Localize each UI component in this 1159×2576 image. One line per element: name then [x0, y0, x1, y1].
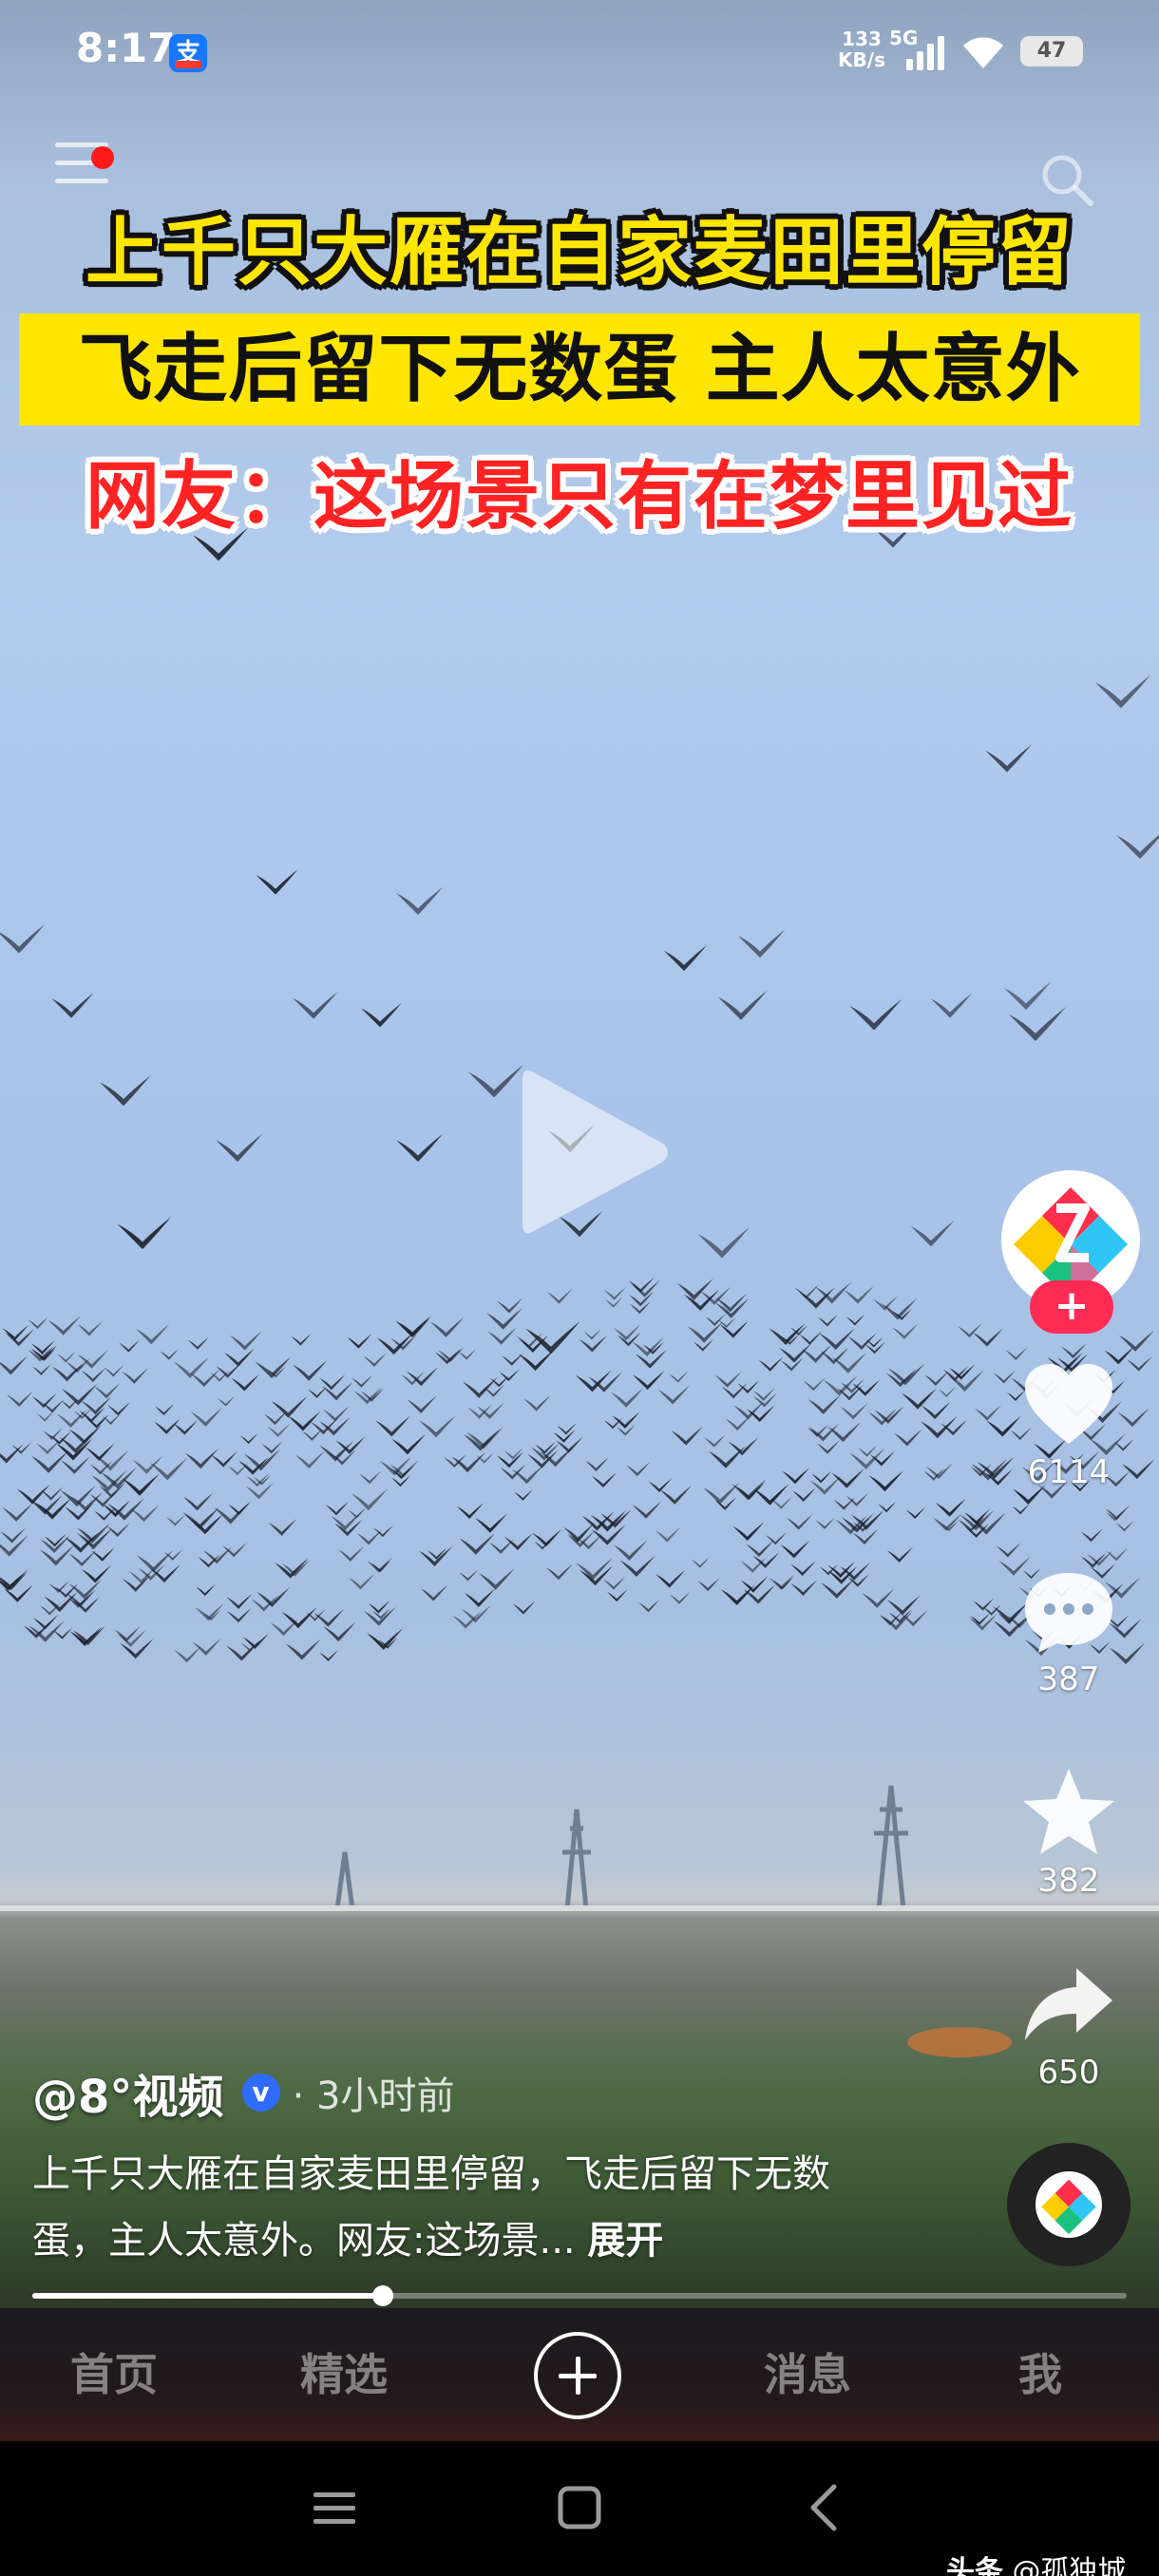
- status-bar: 8:17 支 133 KB/s 5G 47: [0, 0, 1159, 104]
- author-row: @8°视频 v · 3小时前: [32, 2059, 455, 2124]
- expand-caption-link[interactable]: 展开: [587, 2219, 663, 2263]
- share-button[interactable]: 650: [988, 1962, 1150, 2092]
- post-time: · 3小时前: [292, 2074, 455, 2118]
- video-progress-bar[interactable]: [32, 2285, 1127, 2306]
- verified-badge-icon: v: [241, 2074, 280, 2112]
- play-icon[interactable]: [513, 1062, 674, 1242]
- create-post-button[interactable]: [534, 2332, 621, 2419]
- power-towers: [334, 1785, 908, 1910]
- like-count: 6114: [1027, 1453, 1111, 1491]
- video-headline-line-1: 上千只大雁在自家麦田里停留: [85, 210, 1074, 295]
- tab-featured[interactable]: 精选: [277, 2308, 410, 2441]
- back-arrow-icon[interactable]: [798, 2479, 855, 2536]
- alipay-notification-icon: 支: [169, 34, 207, 72]
- video-caption[interactable]: 上千只大雁在自家麦田里停留，飞走后留下无数蛋，主人太意外。网友:这场景... 展…: [32, 2141, 868, 2274]
- comment-bubble-icon: [1025, 1573, 1112, 1653]
- network-speed-value: 133: [842, 28, 882, 50]
- like-button[interactable]: 6114: [988, 1362, 1150, 1491]
- action-rail: + 6114 387 382 650: [988, 1159, 1159, 2299]
- video-screen[interactable]: 8:17 支 133 KB/s 5G 47 上千只大雁在自家麦田里停留 飞走后留…: [0, 0, 1159, 2576]
- wifi-icon: [963, 37, 1003, 68]
- favorite-count: 382: [1037, 1862, 1100, 1900]
- cellular-signal-icon: [906, 36, 944, 70]
- source-watermark: 头条 @孤独城: [946, 2548, 1127, 2576]
- follow-button[interactable]: +: [1030, 1280, 1113, 1334]
- home-square-icon[interactable]: [551, 2479, 608, 2536]
- video-headline-line-2: 飞走后留下无数蛋 主人太意外: [19, 313, 1140, 426]
- search-icon[interactable]: [1039, 152, 1094, 207]
- tab-messages[interactable]: 消息: [741, 2308, 874, 2441]
- music-disc-logo-icon: [1036, 2171, 1102, 2238]
- star-icon: [1023, 1769, 1114, 1854]
- battery-indicator: 47: [1020, 36, 1083, 66]
- bottom-tab-bar: 首页 精选 消息 我: [0, 2308, 1159, 2441]
- network-speed: 133 KB/s: [836, 28, 887, 70]
- comment-count: 387: [1037, 1660, 1100, 1698]
- recent-apps-icon[interactable]: [306, 2479, 363, 2536]
- clock: 8:17: [76, 25, 176, 71]
- video-headline-line-3: 网友：这场景只有在梦里见过: [85, 454, 1074, 540]
- heart-icon: [1025, 1364, 1112, 1444]
- network-speed-unit: KB/s: [838, 48, 885, 71]
- tab-me[interactable]: 我: [998, 2308, 1083, 2441]
- video-progress-fill: [32, 2293, 383, 2299]
- favorite-button[interactable]: 382: [988, 1767, 1150, 1900]
- music-disc[interactable]: [1007, 2143, 1130, 2266]
- notification-dot: [91, 146, 114, 169]
- watermark-brand: 头条: [946, 2555, 1003, 2576]
- video-progress-handle[interactable]: [371, 2285, 393, 2306]
- share-count: 650: [1037, 2054, 1100, 2092]
- comment-button[interactable]: 387: [988, 1569, 1150, 1698]
- tab-home[interactable]: 首页: [48, 2308, 180, 2441]
- watermark-account: @孤独城: [1012, 2555, 1127, 2576]
- author-name[interactable]: @8°视频: [32, 2059, 223, 2126]
- caption-text: 上千只大雁在自家麦田里停留，飞走后留下无数蛋，主人太意外。网友:这场景...: [32, 2152, 830, 2263]
- share-arrow-icon: [1025, 1968, 1112, 2040]
